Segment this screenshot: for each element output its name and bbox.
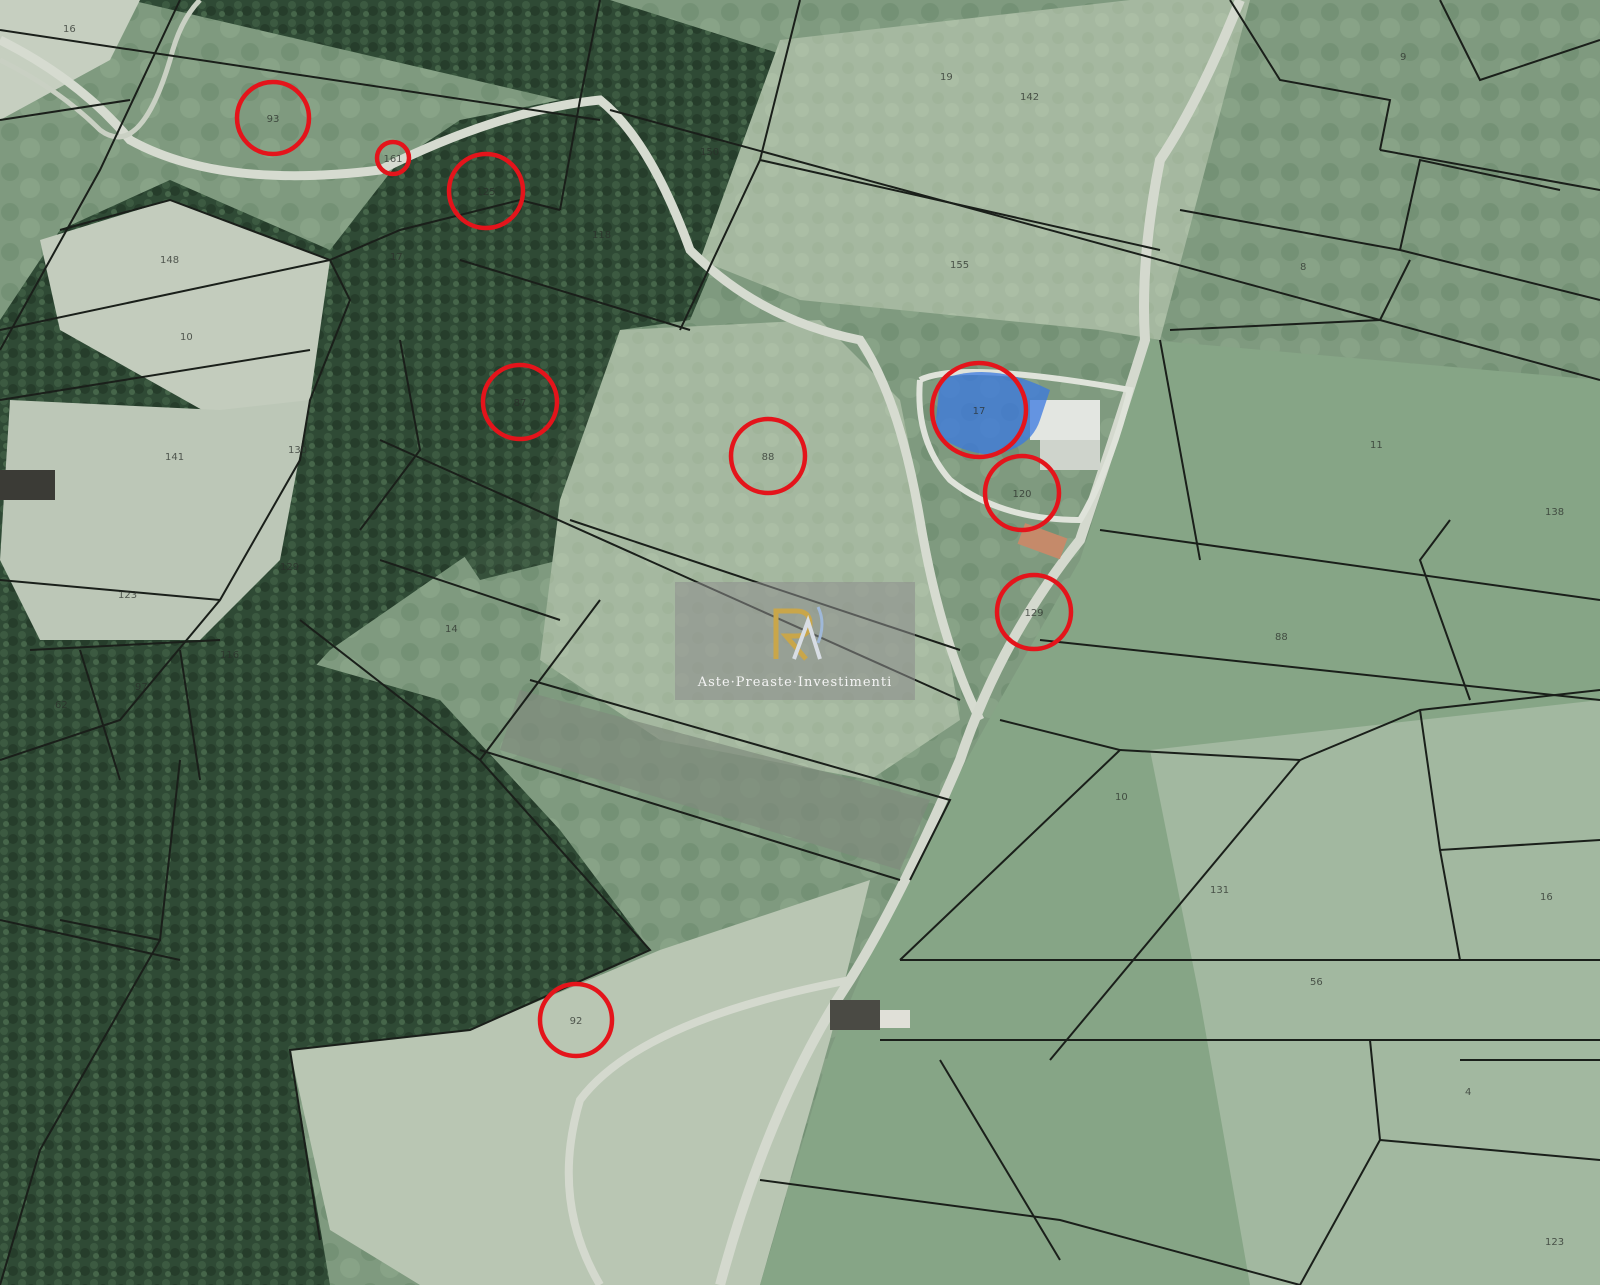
highlighted-parcel-label: 93: [267, 114, 280, 125]
parcel-label: 17: [390, 252, 403, 263]
parcel-label: 19: [940, 72, 953, 83]
parcel-label: 155: [950, 260, 969, 271]
parcel-label: 16: [1540, 892, 1553, 903]
parcel-label: 4: [1465, 1087, 1471, 1098]
meadow-northeast: [700, 0, 1250, 340]
parcel-label: 150: [700, 147, 719, 158]
highlighted-parcel-label: 129: [1024, 608, 1043, 619]
parcel-label: 118: [592, 230, 611, 241]
highlighted-parcel-label: 88: [762, 452, 775, 463]
parcel-label: 116: [220, 650, 239, 661]
highlighted-parcel-label: 120: [1012, 489, 1031, 500]
parcel-label: 10: [1115, 792, 1128, 803]
parcel-label: 16: [63, 24, 76, 35]
watermark: Aste·Preaste·Investimenti: [675, 582, 915, 700]
parcel-label: 141: [165, 452, 184, 463]
highlighted-parcel-label: 161: [383, 154, 402, 165]
highlighted-parcel-label: 87: [514, 398, 527, 409]
highlighted-parcel-label: 92: [570, 1016, 583, 1027]
building-farm-2: [880, 1010, 910, 1028]
parcel-label: 148: [160, 255, 179, 266]
map-view[interactable]: 16 148 10 141 123 97 62 116 129 130 17 14 118 150 19 14…: [0, 0, 1600, 1285]
watermark-text: Aste·Preaste·Investimenti: [697, 675, 893, 690]
highlighted-parcel-label: 125: [476, 187, 495, 198]
parcel-label: 8: [1300, 262, 1306, 273]
highlighted-parcel-label: 17: [973, 406, 986, 417]
parcel-label: 129: [280, 562, 299, 573]
parcel-label: 88: [1275, 632, 1288, 643]
parcel-label: 123: [1545, 1237, 1564, 1248]
parcel-label: 131: [1210, 885, 1229, 896]
parcel-label: 138: [1545, 507, 1564, 518]
parcel-label: 9: [1400, 52, 1406, 63]
parcel-label: 62: [55, 700, 68, 711]
parcel-label: 142: [1020, 92, 1039, 103]
parcel-label: 123: [118, 590, 137, 601]
parcel-label: 11: [1370, 440, 1383, 451]
parcel-label: 14: [445, 624, 458, 635]
parcel-label: 56: [1310, 977, 1323, 988]
building-west: [0, 470, 55, 500]
parcel-label: 10: [180, 332, 193, 343]
parcel-label: 97: [135, 682, 148, 693]
rai-logo-icon: [773, 606, 824, 661]
parcel-label: 130: [288, 445, 307, 456]
building-farm: [830, 1000, 880, 1030]
